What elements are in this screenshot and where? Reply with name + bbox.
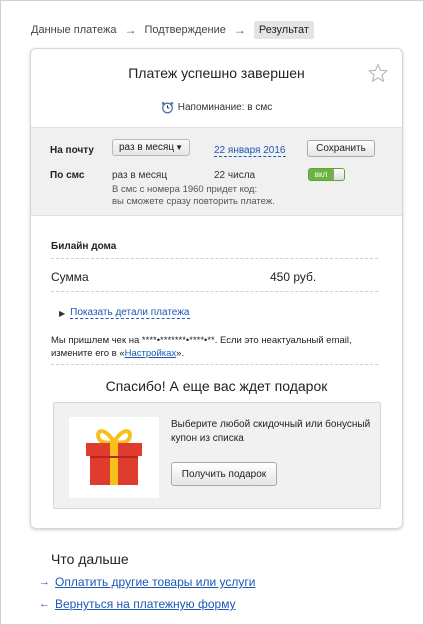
breadcrumb: Данные платежа → Подтверждение → Результ… <box>31 21 314 39</box>
divider <box>51 291 378 292</box>
email-date-link[interactable]: 22 января 2016 <box>214 145 286 157</box>
breadcrumb-step-result: Результат <box>253 21 314 39</box>
breadcrumb-arrow-icon: → <box>233 23 246 37</box>
arrow-right-icon: → <box>39 576 50 588</box>
email-reminder-label: На почту <box>50 145 94 156</box>
gift-icon <box>69 417 159 498</box>
divider <box>51 364 378 365</box>
result-card: Платеж успешно завершен Напоминание: в с… <box>30 48 403 529</box>
toggle-knob <box>333 169 344 180</box>
sms-hint: В смс с номера 1960 придет код: вы сможе… <box>112 184 275 208</box>
sms-reminder-label: По смс <box>50 170 85 181</box>
save-button[interactable]: Сохранить <box>307 140 375 157</box>
breadcrumb-step-confirmation[interactable]: Подтверждение <box>144 24 225 36</box>
pay-other-label: Оплатить другие товары или услуги <box>55 575 256 589</box>
get-gift-button[interactable]: Получить подарок <box>171 462 277 486</box>
sms-toggle[interactable]: вкл <box>308 168 345 181</box>
gift-description: Выберите любой скидочный или бонусный ку… <box>171 419 371 444</box>
arrow-left-icon: ← <box>39 598 50 610</box>
pay-other-link[interactable]: → Оплатить другие товары или услуги <box>39 575 255 589</box>
divider <box>51 258 378 259</box>
sms-hint-line: вы сможете сразу повторить платеж. <box>112 196 275 207</box>
email-frequency-select[interactable]: раз в месяц ▼ <box>112 139 190 156</box>
next-steps-title: Что дальше <box>51 551 129 567</box>
receipt-notice: Мы пришлем чек на ****•*******•****•**. … <box>51 334 381 360</box>
sum-label: Сумма <box>51 270 89 284</box>
sms-hint-line: В смс с номера 1960 придет код: <box>112 184 258 195</box>
breadcrumb-step-payment-data[interactable]: Данные платежа <box>31 24 116 36</box>
receipt-text: Мы пришлем чек на ****•*******•****•**. … <box>51 335 352 359</box>
receipt-text-end: ». <box>176 348 185 359</box>
page-title: Платеж успешно завершен <box>128 65 305 81</box>
gift-panel: Выберите любой скидочный или бонусный ку… <box>53 402 381 509</box>
reminder-status: Напоминание: в смс <box>31 101 402 114</box>
show-details-link[interactable]: ▶ Показать детали платежа <box>59 307 190 319</box>
sum-value: 450 руб. <box>270 270 317 284</box>
triangle-down-icon: ▼ <box>175 143 183 152</box>
reminder-text: Напоминание: в смс <box>177 102 273 113</box>
sms-day: 22 числа <box>214 170 256 181</box>
alarm-clock-icon <box>161 102 173 114</box>
sms-frequency: раз в месяц <box>112 170 168 181</box>
triangle-right-icon: ▶ <box>59 308 66 318</box>
breadcrumb-arrow-icon: → <box>124 23 137 37</box>
back-to-form-label: Вернуться на платежную форму <box>55 597 236 611</box>
email-frequency-value: раз в месяц <box>119 142 175 153</box>
settings-link[interactable]: Настройках <box>125 348 177 359</box>
back-to-form-link[interactable]: ← Вернуться на платежную форму <box>39 597 236 611</box>
star-icon[interactable] <box>367 63 389 83</box>
gift-title: Спасибо! А еще вас ждет подарок <box>105 378 328 394</box>
toggle-label: вкл <box>314 170 328 179</box>
show-details-label: Показать детали платежа <box>70 307 190 319</box>
service-name: Билайн дома <box>51 241 117 252</box>
